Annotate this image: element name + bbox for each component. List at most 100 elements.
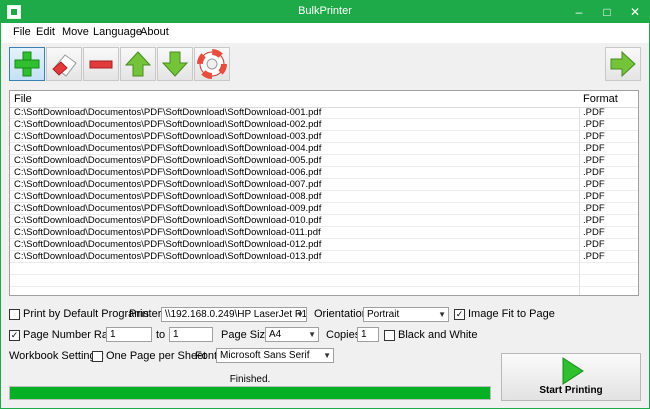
start-printing-button[interactable]: Start Printing bbox=[501, 353, 641, 401]
file-format: .PDF bbox=[583, 239, 605, 250]
table-row[interactable]: C:\SoftDownload\Documentos\PDF\SoftDownl… bbox=[10, 167, 638, 179]
table-row[interactable]: C:\SoftDownload\Documentos\PDF\SoftDownl… bbox=[10, 203, 638, 215]
chevron-down-icon: ▼ bbox=[308, 330, 316, 339]
menu-language[interactable]: Language bbox=[93, 26, 142, 38]
file-path: C:\SoftDownload\Documentos\PDF\SoftDownl… bbox=[14, 227, 321, 238]
arrow-right-icon bbox=[610, 50, 636, 78]
menu-bar: File Edit Move Language About bbox=[1, 23, 649, 43]
black-white-checkbox[interactable] bbox=[384, 330, 395, 341]
file-format: .PDF bbox=[583, 107, 605, 118]
font-label: Font bbox=[195, 350, 218, 362]
window-title: BulkPrinter bbox=[298, 5, 352, 17]
file-path: C:\SoftDownload\Documentos\PDF\SoftDownl… bbox=[14, 155, 322, 166]
page-size-select[interactable]: A4 ▼ bbox=[265, 327, 319, 342]
file-path: C:\SoftDownload\Documentos\PDF\SoftDownl… bbox=[14, 143, 322, 154]
file-list[interactable]: File Format C:\SoftDownload\Documentos\P… bbox=[9, 90, 639, 296]
print-default-checkbox[interactable] bbox=[9, 309, 20, 320]
minus-icon bbox=[89, 60, 113, 69]
one-page-label: One Page per Sheet bbox=[106, 350, 207, 362]
menu-edit[interactable]: Edit bbox=[36, 26, 55, 38]
file-path: C:\SoftDownload\Documentos\PDF\SoftDownl… bbox=[14, 203, 322, 214]
table-row[interactable]: C:\SoftDownload\Documentos\PDF\SoftDownl… bbox=[10, 107, 638, 119]
copies-label: Copies bbox=[326, 329, 361, 341]
column-header-file[interactable]: File bbox=[14, 93, 32, 105]
file-path: C:\SoftDownload\Documentos\PDF\SoftDownl… bbox=[14, 167, 322, 178]
next-button[interactable] bbox=[605, 47, 641, 81]
table-row[interactable]: C:\SoftDownload\Documentos\PDF\SoftDownl… bbox=[10, 119, 638, 131]
table-row[interactable]: C:\SoftDownload\Documentos\PDF\SoftDownl… bbox=[10, 251, 638, 263]
table-row[interactable]: C:\SoftDownload\Documentos\PDF\SoftDownl… bbox=[10, 239, 638, 251]
orientation-select[interactable]: Portrait ▼ bbox=[363, 307, 449, 322]
file-format: .PDF bbox=[583, 251, 605, 262]
add-files-button[interactable] bbox=[9, 47, 45, 81]
lifebuoy-icon bbox=[197, 49, 227, 79]
image-fit-label: Image Fit to Page bbox=[468, 308, 555, 320]
minimize-button[interactable]: – bbox=[565, 1, 593, 23]
close-button[interactable]: ✕ bbox=[621, 1, 649, 23]
page-size-label: Page Size bbox=[221, 329, 272, 341]
column-header-format[interactable]: Format bbox=[583, 93, 618, 105]
file-format: .PDF bbox=[583, 143, 605, 154]
table-row[interactable]: C:\SoftDownload\Documentos\PDF\SoftDownl… bbox=[10, 143, 638, 155]
one-page-checkbox[interactable] bbox=[92, 351, 103, 362]
move-down-button[interactable] bbox=[157, 47, 193, 81]
play-icon bbox=[562, 357, 584, 385]
list-header: File Format bbox=[10, 91, 638, 108]
black-white-label: Black and White bbox=[398, 329, 478, 341]
file-format: .PDF bbox=[583, 119, 605, 130]
title-bar[interactable]: BulkPrinter – □ ✕ bbox=[1, 1, 649, 23]
table-row[interactable]: C:\SoftDownload\Documentos\PDF\SoftDownl… bbox=[10, 191, 638, 203]
file-format: .PDF bbox=[583, 227, 605, 238]
empty-row bbox=[10, 275, 638, 287]
workbook-settings-label: Workbook Settings: bbox=[9, 350, 105, 362]
arrow-down-icon bbox=[161, 51, 189, 77]
progress-fill bbox=[10, 387, 490, 399]
orientation-label: Orientation bbox=[314, 308, 368, 320]
copies-input[interactable]: 1 bbox=[357, 327, 379, 342]
maximize-button[interactable]: □ bbox=[593, 1, 621, 23]
help-button[interactable] bbox=[194, 47, 230, 81]
move-up-button[interactable] bbox=[120, 47, 156, 81]
image-fit-checkbox[interactable]: ✓ bbox=[454, 309, 465, 320]
chevron-down-icon: ▼ bbox=[438, 310, 446, 319]
file-path: C:\SoftDownload\Documentos\PDF\SoftDownl… bbox=[14, 119, 322, 130]
file-path: C:\SoftDownload\Documentos\PDF\SoftDownl… bbox=[14, 131, 322, 142]
plus-icon bbox=[14, 51, 40, 77]
file-path: C:\SoftDownload\Documentos\PDF\SoftDownl… bbox=[14, 179, 322, 190]
remove-all-button[interactable] bbox=[83, 47, 119, 81]
menu-move[interactable]: Move bbox=[62, 26, 89, 38]
printer-value: \\192.168.0.249\HP LaserJet P100 bbox=[165, 309, 307, 320]
page-to-label: to bbox=[156, 329, 166, 341]
printer-label: Printer bbox=[129, 308, 162, 320]
app-window: BulkPrinter – □ ✕ File Edit Move Languag… bbox=[0, 0, 650, 409]
page-to-input[interactable]: 1 bbox=[169, 327, 213, 342]
table-row[interactable]: C:\SoftDownload\Documentos\PDF\SoftDownl… bbox=[10, 179, 638, 191]
arrow-up-icon bbox=[124, 51, 152, 77]
menu-about[interactable]: About bbox=[140, 26, 169, 38]
orientation-value: Portrait bbox=[367, 309, 400, 320]
font-select[interactable]: Microsoft Sans Serif ▼ bbox=[216, 348, 334, 363]
file-path: C:\SoftDownload\Documentos\PDF\SoftDownl… bbox=[14, 107, 322, 118]
file-format: .PDF bbox=[583, 191, 605, 202]
chevron-down-icon: ▼ bbox=[296, 310, 304, 319]
page-range-checkbox[interactable]: ✓ bbox=[9, 330, 20, 341]
page-from-input[interactable]: 1 bbox=[106, 327, 152, 342]
table-row[interactable]: C:\SoftDownload\Documentos\PDF\SoftDownl… bbox=[10, 155, 638, 167]
table-row[interactable]: C:\SoftDownload\Documentos\PDF\SoftDownl… bbox=[10, 227, 638, 239]
eraser-icon bbox=[52, 54, 77, 77]
file-format: .PDF bbox=[583, 203, 605, 214]
table-row[interactable]: C:\SoftDownload\Documentos\PDF\SoftDownl… bbox=[10, 131, 638, 143]
file-format: .PDF bbox=[583, 155, 605, 166]
remove-selected-button[interactable] bbox=[46, 47, 82, 81]
file-format: .PDF bbox=[583, 215, 605, 226]
file-path: C:\SoftDownload\Documentos\PDF\SoftDownl… bbox=[14, 191, 322, 202]
file-format: .PDF bbox=[583, 131, 605, 142]
menu-file[interactable]: File bbox=[13, 26, 31, 38]
file-path: C:\SoftDownload\Documentos\PDF\SoftDownl… bbox=[14, 239, 322, 250]
table-row[interactable]: C:\SoftDownload\Documentos\PDF\SoftDownl… bbox=[10, 215, 638, 227]
printer-select[interactable]: \\192.168.0.249\HP LaserJet P100 ▼ bbox=[161, 307, 307, 322]
start-printing-label: Start Printing bbox=[539, 385, 603, 396]
file-format: .PDF bbox=[583, 167, 605, 178]
file-path: C:\SoftDownload\Documentos\PDF\SoftDownl… bbox=[14, 215, 322, 226]
toolbar bbox=[1, 43, 649, 87]
